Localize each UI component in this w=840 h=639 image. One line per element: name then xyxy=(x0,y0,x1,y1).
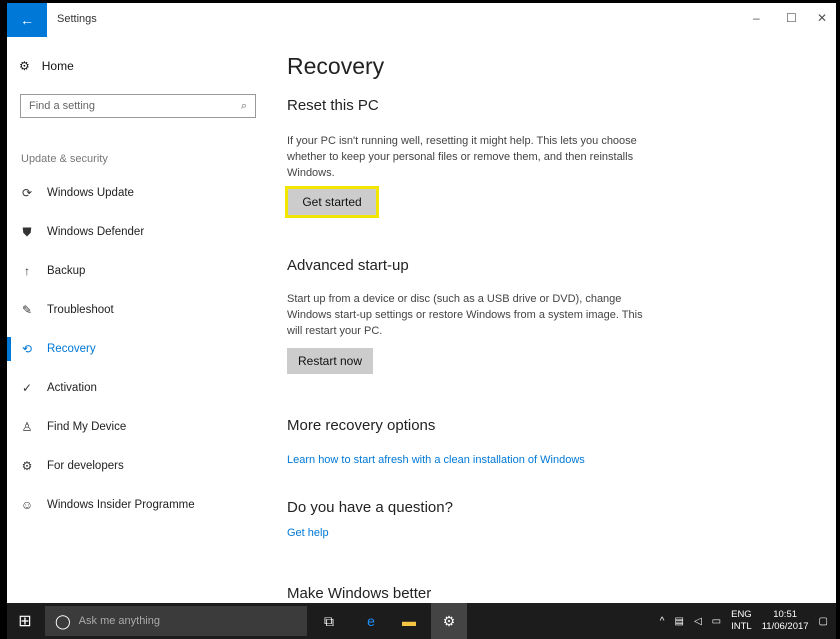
sidebar-item-label: Activation xyxy=(47,382,97,394)
person-location-icon: ♙ xyxy=(21,420,33,434)
clean-install-link[interactable]: Learn how to start afresh with a clean i… xyxy=(287,454,585,466)
back-button[interactable]: ← xyxy=(7,3,47,37)
sidebar-item-label: Recovery xyxy=(47,343,96,355)
edge-browser-icon[interactable]: e xyxy=(353,603,389,639)
reset-heading: Reset this PC xyxy=(287,97,379,114)
sidebar-item-activation[interactable]: ✓ Activation xyxy=(7,376,269,400)
cortana-placeholder: Ask me anything xyxy=(78,615,160,627)
category-label: Update & security xyxy=(21,153,108,165)
sidebar-item-label: Troubleshoot xyxy=(47,304,114,316)
main-content: Recovery Reset this PC If your PC isn't … xyxy=(285,37,836,603)
minimize-button[interactable]: – xyxy=(753,11,760,25)
cortana-search-box[interactable]: ◯ Ask me anything xyxy=(45,606,307,636)
cortana-icon: ◯ xyxy=(55,612,71,629)
sidebar-item-windows-update[interactable]: ⟳ Windows Update xyxy=(7,181,269,205)
sidebar-item-backup[interactable]: ↑ Backup xyxy=(7,259,269,283)
maximize-button[interactable]: ☐ xyxy=(786,11,797,25)
recovery-icon: ⟲ xyxy=(21,342,33,356)
title-bar: ← Settings – ☐ ✕ xyxy=(7,3,836,37)
notifications-icon[interactable]: ▢ xyxy=(819,616,828,627)
sidebar-item-label: Windows Defender xyxy=(47,226,145,238)
page-title: Recovery xyxy=(287,53,385,79)
network-icon[interactable]: ▤ xyxy=(675,616,684,627)
advanced-description: Start up from a device or disc (such as … xyxy=(287,293,643,337)
back-arrow-icon: ← xyxy=(20,12,34,28)
insider-icon: ☺ xyxy=(20,498,34,512)
sidebar: ⚙ Home Find a setting ⌕ Update & securit… xyxy=(7,37,269,603)
region-code: INTL xyxy=(731,621,752,632)
show-hidden-icons-icon[interactable]: ^ xyxy=(660,616,665,627)
language-indicator[interactable]: ENG INTL xyxy=(731,609,752,633)
sidebar-item-windows-defender[interactable]: ⛊ Windows Defender xyxy=(7,220,269,244)
start-button[interactable]: ⊞ xyxy=(7,603,43,639)
nav-home-label: Home xyxy=(41,59,74,73)
get-started-button[interactable]: Get started xyxy=(285,186,379,218)
question-heading: Do you have a question? xyxy=(287,499,453,516)
sidebar-item-for-developers[interactable]: ⚙ For developers xyxy=(7,454,269,478)
more-options-heading: More recovery options xyxy=(287,417,436,434)
file-explorer-icon[interactable]: ▬ xyxy=(391,603,427,639)
clock-time: 10:51 xyxy=(773,609,798,620)
reset-description: If your PC isn't running well, resetting… xyxy=(287,135,637,179)
search-input[interactable]: Find a setting ⌕ xyxy=(20,94,256,118)
get-help-link[interactable]: Get help xyxy=(287,527,329,539)
battery-icon[interactable]: ▭ xyxy=(712,616,721,627)
advanced-heading: Advanced start-up xyxy=(287,257,409,274)
home-gear-icon: ⚙ xyxy=(19,59,30,73)
sidebar-item-windows-insider-programme[interactable]: ☺ Windows Insider Programme xyxy=(7,493,269,517)
system-tray: ^ ▤ ◁ ▭ ENG INTL 10:51 11/06/2017 ▢ xyxy=(660,603,828,639)
wrench-icon: ✎ xyxy=(21,303,33,317)
search-icon: ⌕ xyxy=(240,99,247,112)
shield-icon: ⛊ xyxy=(22,224,32,239)
nav-home[interactable]: ⚙ Home xyxy=(19,59,74,73)
close-button[interactable]: ✕ xyxy=(817,11,827,25)
backup-icon: ↑ xyxy=(24,264,30,278)
refresh-icon: ⟳ xyxy=(21,186,33,200)
sidebar-item-find-my-device[interactable]: ♙ Find My Device xyxy=(7,415,269,439)
window-title: Settings xyxy=(57,13,97,25)
sidebar-item-label: Find My Device xyxy=(47,421,127,433)
sidebar-item-troubleshoot[interactable]: ✎ Troubleshoot xyxy=(7,298,269,322)
taskbar: ⊞ ◯ Ask me anything ⧉ e ▬ ⚙ ^ ▤ ◁ ▭ ENG … xyxy=(7,603,836,639)
clock[interactable]: 10:51 11/06/2017 xyxy=(762,609,809,633)
active-indicator xyxy=(7,337,11,361)
sidebar-item-label: Windows Update xyxy=(47,187,134,199)
sidebar-item-label: Windows Insider Programme xyxy=(47,499,195,511)
sidebar-item-label: Backup xyxy=(47,265,86,277)
settings-window: ← Settings – ☐ ✕ ⚙ Home Find a setting ⌕… xyxy=(7,3,836,603)
make-better-heading: Make Windows better xyxy=(287,585,432,602)
windows-logo-icon: ⊞ xyxy=(18,613,32,630)
lang-code: ENG xyxy=(731,609,752,620)
volume-icon[interactable]: ◁ xyxy=(694,616,702,627)
clock-date: 11/06/2017 xyxy=(761,621,809,632)
developer-icon: ⚙ xyxy=(21,459,33,473)
task-view-icon[interactable]: ⧉ xyxy=(311,603,347,639)
search-placeholder: Find a setting xyxy=(29,100,96,112)
activation-icon: ✓ xyxy=(21,381,33,395)
sidebar-item-label: For developers xyxy=(47,460,124,472)
restart-now-button[interactable]: Restart now xyxy=(287,348,373,374)
settings-taskbar-icon[interactable]: ⚙ xyxy=(431,603,467,639)
sidebar-item-recovery[interactable]: ⟲ Recovery xyxy=(7,337,269,361)
